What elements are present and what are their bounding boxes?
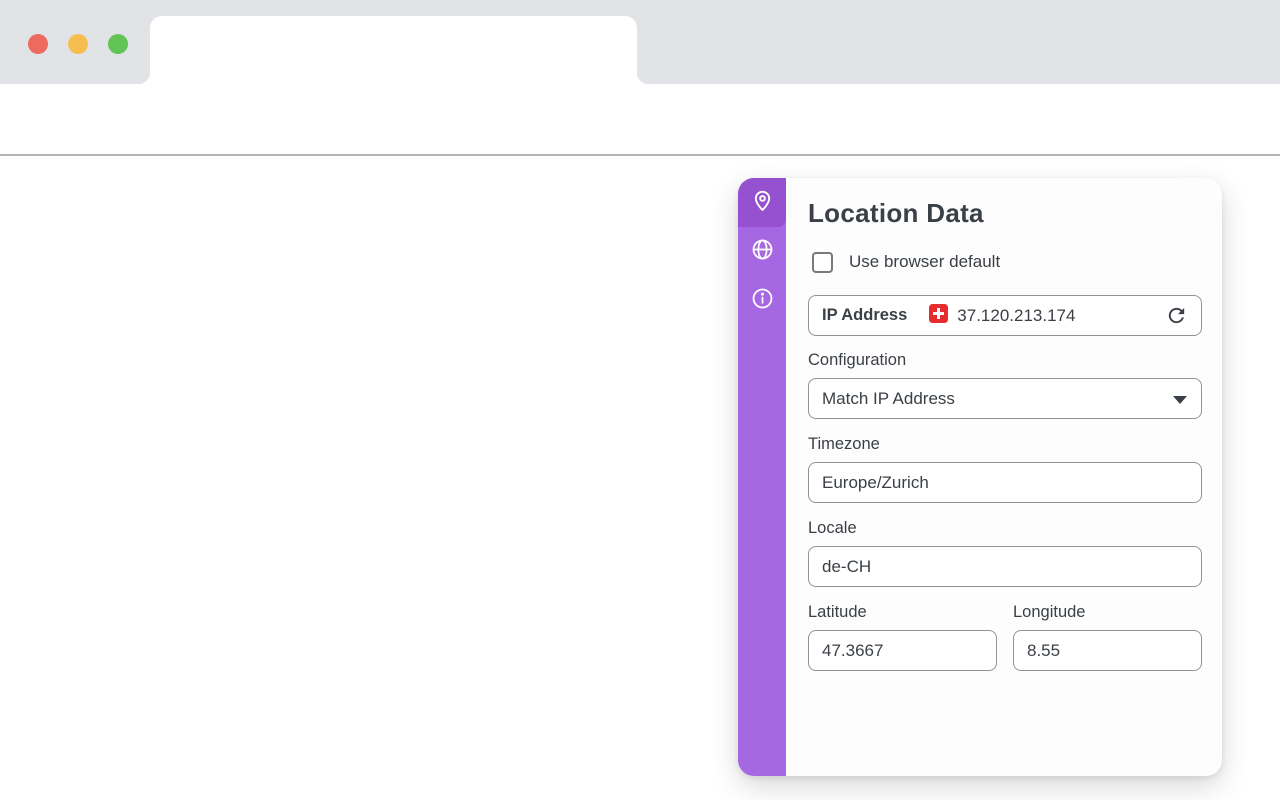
- use-browser-default-label: Use browser default: [849, 252, 1000, 272]
- close-window-button[interactable]: [28, 34, 48, 54]
- ip-refresh-button[interactable]: [1164, 304, 1188, 328]
- tab-strip: [0, 0, 1280, 84]
- configuration-field: Configuration Match IP Address: [808, 351, 1202, 419]
- longitude-field: Longitude: [1013, 603, 1202, 671]
- ip-address-value: 37.120.213.174: [957, 306, 1075, 326]
- use-browser-default-checkbox[interactable]: [812, 252, 833, 273]
- location-pin-icon: [750, 188, 775, 218]
- locale-field: Locale: [808, 519, 1202, 587]
- longitude-input[interactable]: [1013, 630, 1202, 671]
- locale-input[interactable]: [808, 546, 1202, 587]
- browser-toolbar: [0, 84, 1280, 156]
- latitude-label: Latitude: [808, 603, 997, 622]
- configuration-label: Configuration: [808, 351, 1202, 370]
- sidebar-tab-location[interactable]: [738, 178, 786, 227]
- timezone-label: Timezone: [808, 435, 1202, 454]
- ip-address-label: IP Address: [822, 306, 907, 325]
- configuration-select[interactable]: Match IP Address: [808, 378, 1202, 419]
- timezone-field: Timezone: [808, 435, 1202, 503]
- maximize-window-button[interactable]: [108, 34, 128, 54]
- sidebar-tab-info[interactable]: [738, 276, 786, 325]
- timezone-input[interactable]: [808, 462, 1202, 503]
- switzerland-flag-icon: [929, 304, 948, 328]
- panel-content: Location Data Use browser default IP Add…: [786, 178, 1222, 776]
- browser-tab[interactable]: [150, 16, 637, 84]
- globe-icon: [750, 237, 775, 267]
- ip-address-box: IP Address 37.120.213.174: [808, 295, 1202, 336]
- use-browser-default-row: Use browser default: [812, 250, 1202, 274]
- longitude-label: Longitude: [1013, 603, 1202, 622]
- info-icon: [750, 286, 775, 316]
- minimize-window-button[interactable]: [68, 34, 88, 54]
- panel-title: Location Data: [808, 198, 1202, 228]
- coordinates-row: Latitude Longitude: [808, 603, 1202, 671]
- latitude-input[interactable]: [808, 630, 997, 671]
- latitude-field: Latitude: [808, 603, 997, 671]
- window-controls: [28, 34, 128, 54]
- locale-label: Locale: [808, 519, 1202, 538]
- panel-sidebar: [738, 178, 786, 776]
- location-data-panel: Location Data Use browser default IP Add…: [738, 178, 1222, 776]
- sidebar-tab-browser[interactable]: [738, 227, 786, 276]
